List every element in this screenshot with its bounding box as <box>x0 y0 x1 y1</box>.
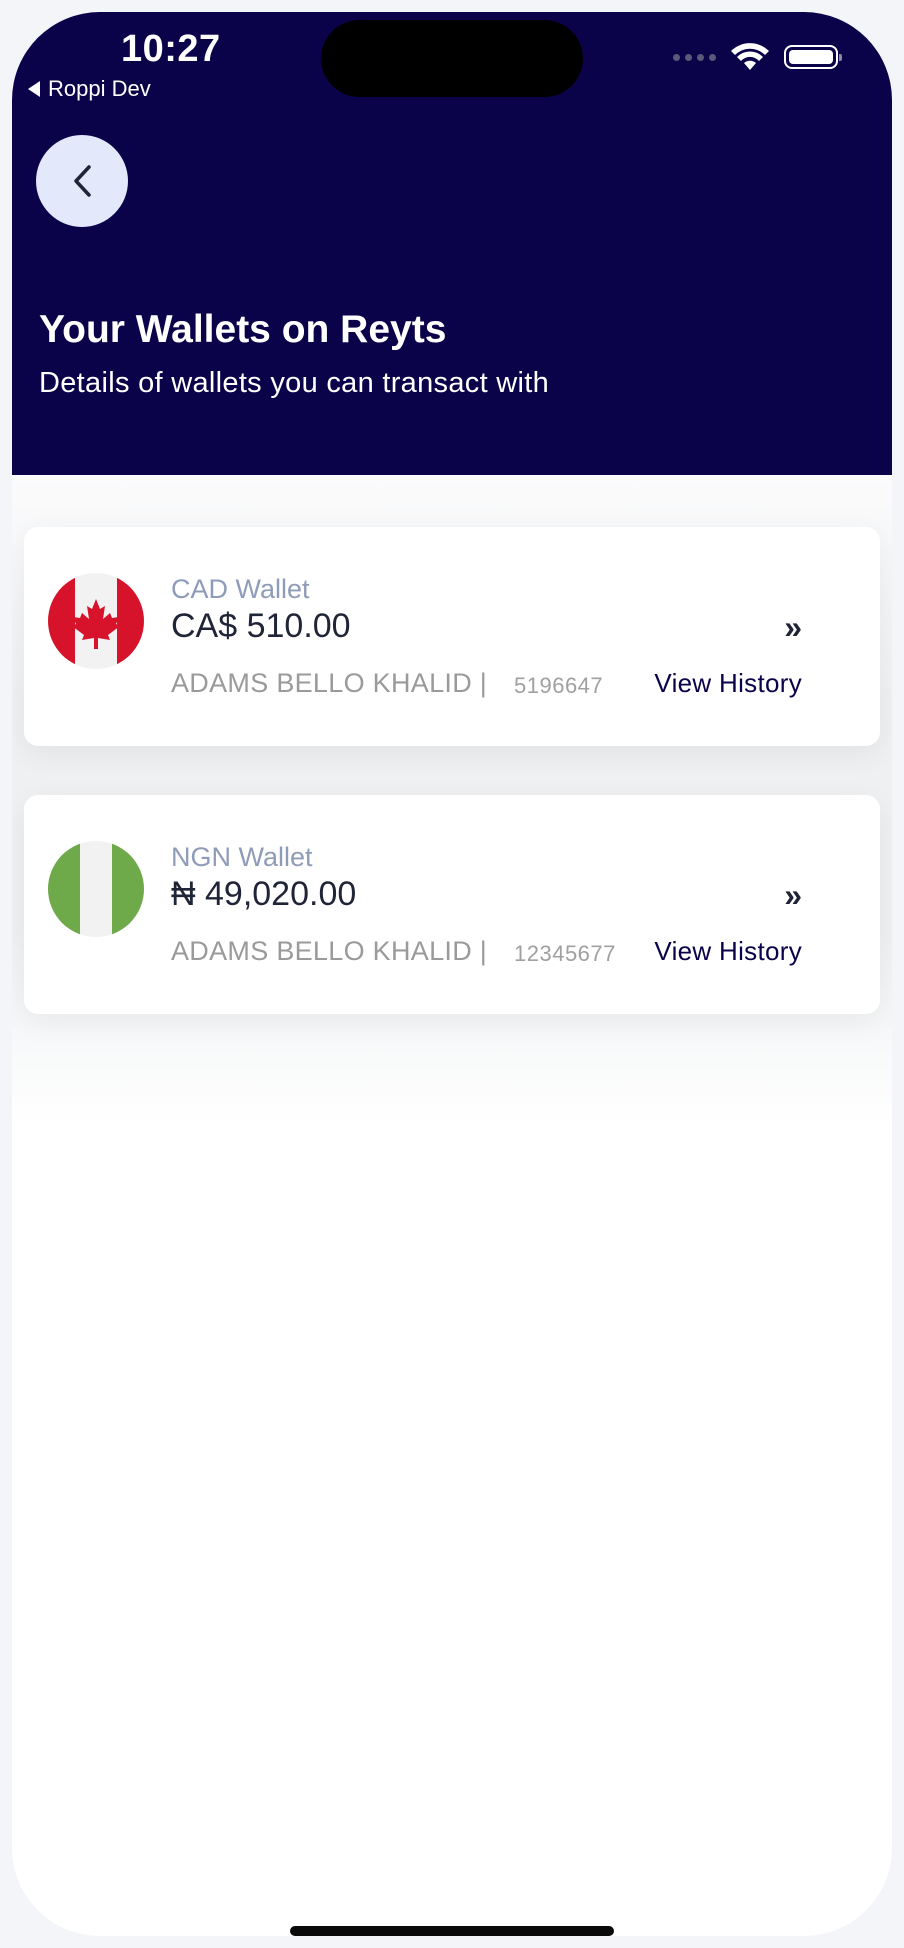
phone-screen: 10:27 Roppi Dev Your Wallets on Reyts De… <box>12 12 892 1936</box>
wallet-balance: ₦ 49,020.00 <box>171 875 357 913</box>
back-app-label: Roppi Dev <box>48 76 151 101</box>
chevron-double-right-icon[interactable]: » <box>784 877 802 914</box>
view-history-link[interactable]: View History <box>654 668 802 699</box>
back-triangle-icon <box>28 81 40 97</box>
dynamic-island <box>321 20 583 97</box>
wallet-card-cad[interactable]: CAD Wallet CA$ 510.00 ADAMS BELLO KHALID… <box>24 527 880 746</box>
canada-flag-icon <box>48 573 144 669</box>
wallet-name: CAD Wallet <box>171 574 310 604</box>
status-icons <box>673 42 842 72</box>
view-history-link[interactable]: View History <box>654 936 802 967</box>
account-holder: ADAMS BELLO KHALID | <box>171 668 488 698</box>
account-holder: ADAMS BELLO KHALID | <box>171 936 488 966</box>
wifi-icon <box>731 43 769 70</box>
page-title: Your Wallets on Reyts <box>39 308 447 351</box>
account-number: 5196647 <box>514 673 604 698</box>
account-number: 12345677 <box>514 941 616 966</box>
cellular-signal-icon <box>673 53 716 61</box>
wallet-name: NGN Wallet <box>171 842 313 872</box>
home-indicator[interactable] <box>290 1926 614 1936</box>
chevron-left-icon <box>74 165 91 197</box>
back-button[interactable] <box>36 135 128 227</box>
chevron-double-right-icon[interactable]: » <box>784 609 802 646</box>
battery-icon <box>784 45 842 69</box>
back-to-app-link[interactable]: Roppi Dev <box>28 76 151 102</box>
header: 10:27 Roppi Dev Your Wallets on Reyts De… <box>12 12 892 475</box>
status-time: 10:27 <box>121 28 221 70</box>
wallet-card-ngn[interactable]: NGN Wallet ₦ 49,020.00 ADAMS BELLO KHALI… <box>24 795 880 1014</box>
page-subtitle: Details of wallets you can transact with <box>39 367 550 399</box>
wallet-balance: CA$ 510.00 <box>171 607 351 645</box>
nigeria-flag-icon <box>48 841 144 937</box>
